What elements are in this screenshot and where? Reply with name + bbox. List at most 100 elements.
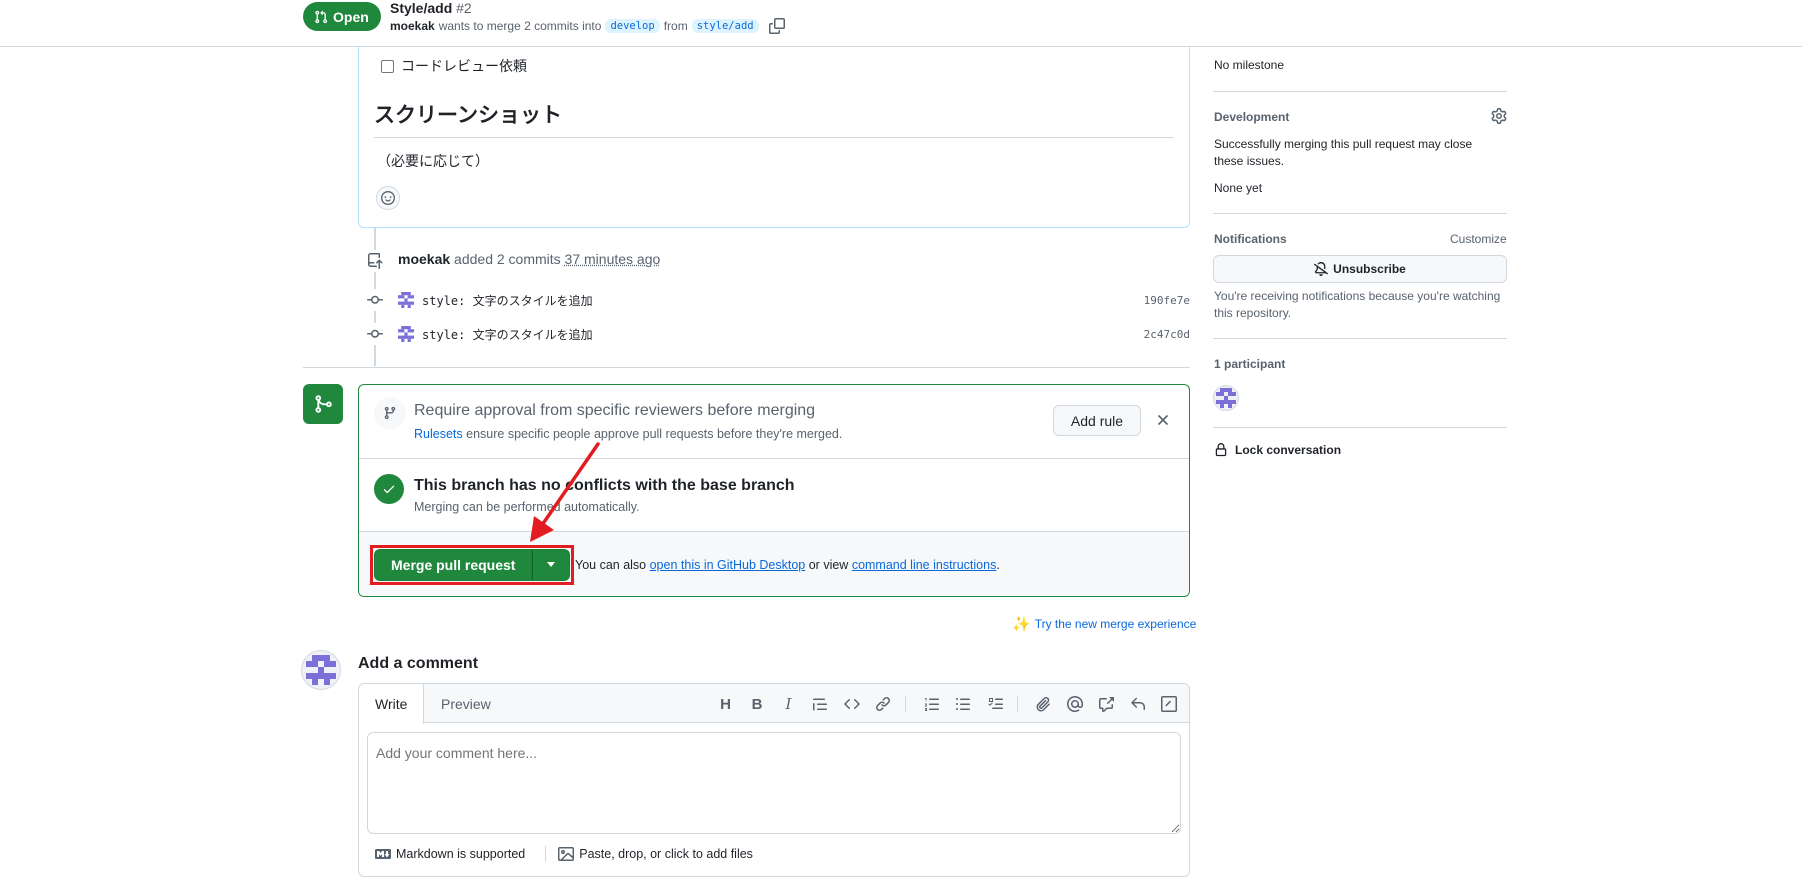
pr-state-label: Open xyxy=(333,8,369,25)
attach-files[interactable]: Paste, drop, or click to add files xyxy=(558,846,753,862)
check-icon xyxy=(374,474,404,504)
smiley-icon xyxy=(381,191,395,205)
or-view-text: or view xyxy=(808,558,849,572)
sparkle-icon: ✨ xyxy=(1012,616,1031,633)
ruleset-subtitle-text: ensure specific people approve pull requ… xyxy=(466,427,843,441)
pr-title: Style/add #2 xyxy=(390,0,472,16)
commit-author-avatar[interactable] xyxy=(398,292,414,308)
add-comment-heading: Add a comment xyxy=(358,655,479,672)
notifications-text: You're receiving notifications because y… xyxy=(1214,289,1501,320)
tab-write[interactable]: Write xyxy=(359,684,425,724)
base-branch-link[interactable]: develop xyxy=(605,19,660,33)
current-user-avatar[interactable] xyxy=(301,650,341,690)
merge-box: Require approval from specific reviewers… xyxy=(358,384,1190,597)
task-list-item: コードレビュー依頼 xyxy=(381,56,527,76)
merge-alternatives: You can also open this in GitHub Desktop… xyxy=(575,558,1000,572)
repo-push-icon xyxy=(364,250,386,272)
pr-author-link[interactable]: moekak xyxy=(390,19,435,33)
markdown-supported[interactable]: Markdown is supported xyxy=(375,846,525,862)
toolbar-divider xyxy=(1016,696,1018,712)
task-label: コードレビュー依頼 xyxy=(401,58,527,74)
link-icon[interactable] xyxy=(871,694,895,714)
task-list-icon[interactable] xyxy=(983,694,1007,714)
quote-icon[interactable] xyxy=(808,694,832,714)
sidebar-divider xyxy=(1213,213,1507,214)
triangle-down-icon xyxy=(547,562,556,567)
event-author-link[interactable]: moekak xyxy=(398,251,450,267)
task-checkbox[interactable] xyxy=(381,59,394,73)
lock-icon xyxy=(1215,443,1227,457)
development-label: Development xyxy=(1214,110,1290,124)
commit-sha-link[interactable]: 190fe7e xyxy=(1144,294,1190,307)
rulesets-link[interactable]: Rulesets xyxy=(414,427,463,441)
merge-method-dropdown[interactable] xyxy=(532,549,571,581)
italic-icon[interactable]: I xyxy=(777,694,801,714)
tab-preview[interactable]: Preview xyxy=(425,684,507,724)
commit-message-link[interactable]: style: 文字のスタイルを追加 xyxy=(422,292,593,309)
cross-reference-icon[interactable] xyxy=(1094,694,1118,714)
comment-box: Write Preview H B I Add your comment her… xyxy=(358,683,1190,877)
head-branch-link[interactable]: style/add xyxy=(691,19,759,33)
try-new-merge-experience[interactable]: ✨ Try the new merge experience xyxy=(1012,615,1196,633)
unsubscribe-button[interactable]: Unsubscribe xyxy=(1213,255,1507,283)
git-merge-icon xyxy=(303,384,343,424)
pr-merge-text: wants to merge 2 commits into xyxy=(438,19,602,33)
git-commit-icon xyxy=(364,323,386,345)
commit-message-link[interactable]: style: 文字のスタイルを追加 xyxy=(422,326,593,343)
unordered-list-icon[interactable] xyxy=(951,694,975,714)
try-new-merge-link[interactable]: Try the new merge experience xyxy=(1035,617,1197,631)
pr-number: #2 xyxy=(456,0,472,16)
gear-icon[interactable] xyxy=(1491,108,1507,124)
timeline-divider xyxy=(303,367,1190,368)
merge-pull-request-button[interactable]: Merge pull request xyxy=(374,549,533,581)
no-conflicts-title: This branch has no conflicts with the ba… xyxy=(414,477,795,494)
pr-meta: moekak wants to merge 2 commits into dev… xyxy=(390,18,785,34)
dismiss-icon[interactable] xyxy=(1154,411,1172,429)
commit-row: style: 文字のスタイルを追加 2c47c0d xyxy=(364,323,1190,345)
participant-avatar[interactable] xyxy=(1213,385,1239,411)
bell-slash-icon xyxy=(1314,262,1329,276)
notifications-label: Notifications xyxy=(1214,232,1287,246)
development-value: None yet xyxy=(1214,181,1263,195)
github-desktop-link[interactable]: open this in GitHub Desktop xyxy=(650,558,806,572)
copy-icon[interactable] xyxy=(768,18,785,34)
commit-row: style: 文字のスタイルを追加 190fe7e xyxy=(364,289,1190,311)
merge-box-divider xyxy=(359,458,1189,459)
add-reaction-button[interactable] xyxy=(376,186,400,210)
participants-label: 1 participant xyxy=(1214,357,1286,371)
description-heading: スクリーンショット xyxy=(374,99,1174,138)
git-pull-request-icon xyxy=(315,10,328,23)
add-rule-button[interactable]: Add rule xyxy=(1053,405,1141,436)
code-icon[interactable] xyxy=(840,694,864,714)
description-note: （必要に応じて） xyxy=(377,153,489,169)
command-line-link[interactable]: command line instructions xyxy=(852,558,997,572)
ordered-list-icon[interactable] xyxy=(920,694,944,714)
comment-footer: Markdown is supported Paste, drop, or cl… xyxy=(375,846,753,862)
event-text: added 2 commits xyxy=(454,251,561,267)
period-text: . xyxy=(996,558,1000,572)
bold-icon[interactable]: B xyxy=(745,694,769,714)
reply-icon[interactable] xyxy=(1126,694,1150,714)
pr-title-text: Style/add xyxy=(390,0,453,16)
milestone-value: No milestone xyxy=(1214,58,1285,72)
merge-box-caret xyxy=(359,400,368,420)
commits-event: moekak added 2 commits 37 minutes ago xyxy=(398,251,660,267)
slash-commands-icon[interactable] xyxy=(1157,694,1181,714)
commit-sha-link[interactable]: 2c47c0d xyxy=(1144,328,1190,341)
event-time-link[interactable]: 37 minutes ago xyxy=(565,251,661,267)
comment-box-header: Write Preview H B I xyxy=(359,684,1189,724)
mention-icon[interactable] xyxy=(1063,694,1087,714)
customize-link[interactable]: Customize xyxy=(1450,232,1507,246)
commit-author-avatar[interactable] xyxy=(398,326,414,342)
sidebar-divider xyxy=(1213,338,1507,339)
lock-conversation[interactable]: Lock conversation xyxy=(1214,443,1341,457)
ruleset-title: Require approval from specific reviewers… xyxy=(414,402,816,419)
paperclip-icon[interactable] xyxy=(1031,694,1055,714)
comment-textarea[interactable] xyxy=(367,732,1181,834)
lock-label: Lock conversation xyxy=(1235,443,1342,457)
heading-icon[interactable]: H xyxy=(714,694,738,714)
unsubscribe-label: Unsubscribe xyxy=(1333,262,1406,276)
development-text: Successfully merging this pull request m… xyxy=(1214,137,1473,168)
sticky-header: Open Style/add #2 moekak wants to merge … xyxy=(0,0,1802,47)
markdown-icon xyxy=(375,849,391,859)
